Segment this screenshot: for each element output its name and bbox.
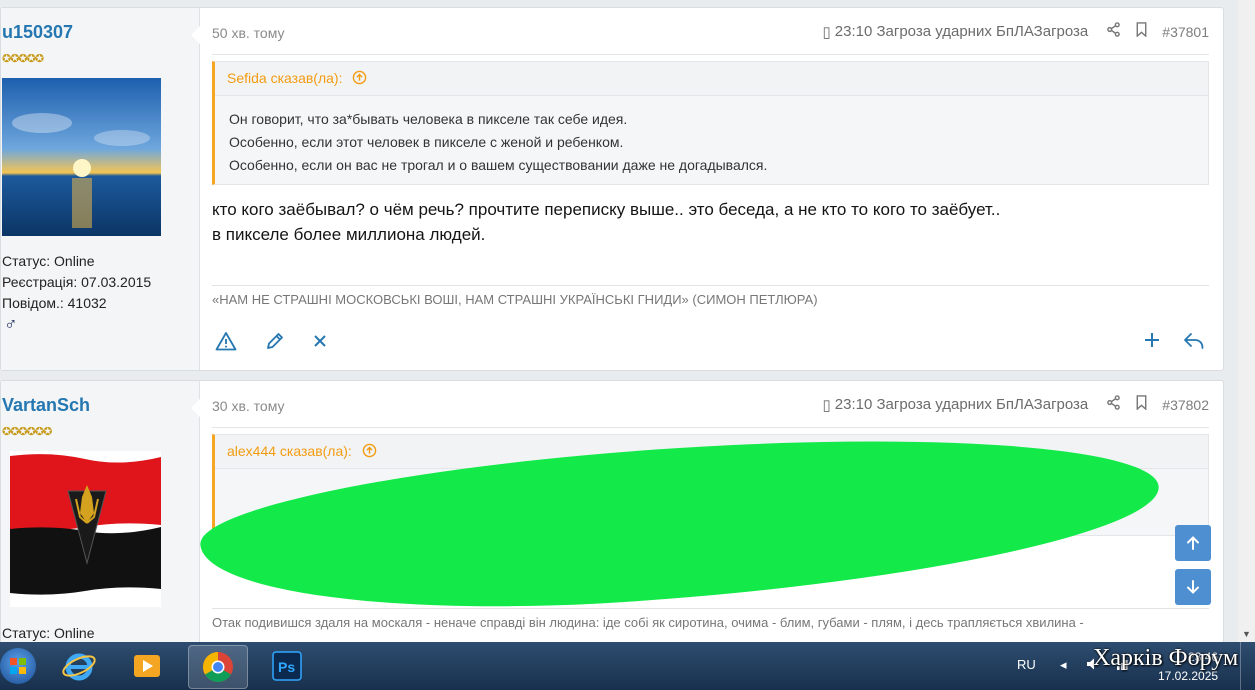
user-status: Статус: Online (2, 253, 95, 269)
quote-author-name: alex444 сказав(ла): (227, 443, 352, 459)
user-registration: Реєстрація: 07.03.2015 (2, 274, 152, 290)
bookmark-icon[interactable] (1135, 22, 1148, 41)
quote-line: Он говорит, что за*бывать человека в пик… (229, 111, 628, 127)
thread-icon: ▯ (822, 396, 831, 414)
photoshop-icon[interactable]: Ps (258, 645, 316, 687)
user-panel: VartanSch ✪✪✪✪✪✪ Статус: Online (1, 381, 200, 642)
user-status: Статус: Online (2, 625, 95, 641)
forum-post: u150307 ✪✪✪✪✪ Статус: Online Реєстрація:… (0, 7, 1224, 371)
user-avatar[interactable] (10, 451, 161, 607)
post-number[interactable]: #37802 (1162, 397, 1209, 413)
media-player-icon[interactable] (118, 645, 176, 687)
message-line: кто кого заёбывал? о чём речь? прочтите … (212, 200, 1001, 219)
user-rank-stars: ✪✪✪✪✪✪ (2, 426, 52, 438)
bookmark-icon[interactable] (1135, 395, 1148, 414)
user-message-count: Повідом.: 41032 (2, 295, 107, 311)
language-indicator[interactable]: RU (1017, 657, 1036, 672)
svg-text:Ps: Ps (278, 659, 295, 675)
show-desktop-button[interactable] (1240, 642, 1255, 690)
user-rank-stars: ✪✪✪✪✪ (2, 53, 44, 65)
tray-expand-icon[interactable]: ◂ (1060, 657, 1067, 673)
header-divider (212, 54, 1209, 55)
user-signature: Отак подивишся здаля на москаля - неначе… (212, 615, 1084, 630)
share-icon[interactable] (1106, 395, 1121, 414)
message-line: в пикселе более миллиона людей. (212, 225, 486, 244)
chrome-icon[interactable] (188, 645, 248, 689)
post-meta: ▯ 23:10 Загроза ударних БпЛАЗагроза #378… (822, 22, 1209, 41)
quote-text: Он говорит, что за*бывать человека в пик… (215, 96, 1208, 181)
post-arrow (191, 26, 200, 44)
quote-author[interactable]: Sefida сказав(ла): (215, 62, 1208, 96)
gender-male-icon: ♂ (4, 314, 18, 334)
post-actions (215, 331, 1205, 357)
scroll-up-button[interactable] (1175, 525, 1211, 561)
quote-block: Sefida сказав(ла): Он говорит, что за*бы… (212, 61, 1209, 185)
thread-icon: ▯ (822, 23, 831, 41)
user-signature: «НАМ НЕ СТРАШНІ МОСКОВСЬКІ ВОШІ, НАМ СТР… (212, 292, 818, 307)
post-number[interactable]: #37801 (1162, 24, 1209, 40)
delete-x-icon[interactable] (312, 332, 328, 355)
thread-title[interactable]: 23:10 Загроза ударних БпЛАЗагроза (835, 23, 1089, 40)
quote-jump-icon[interactable] (352, 70, 367, 86)
quote-line: Особенно, если он вас не трогал и о ваше… (229, 157, 768, 173)
scroll-down-arrow-icon[interactable]: ▼ (1242, 629, 1251, 639)
signature-divider (212, 608, 1209, 609)
start-button[interactable] (0, 648, 36, 684)
quote-author-name: Sefida сказав(ла): (227, 70, 343, 86)
quote-line: Особенно, если этот человек в пикселе с … (229, 134, 624, 150)
reply-icon[interactable] (1183, 331, 1205, 357)
edit-pencil-icon[interactable] (265, 331, 285, 357)
message-body: кто кого заёбывал? о чём речь? прочтите … (212, 197, 1000, 247)
user-panel: u150307 ✪✪✪✪✪ Статус: Online Реєстрація:… (1, 8, 200, 370)
report-warning-icon[interactable] (215, 331, 237, 357)
quote-jump-icon[interactable] (362, 443, 377, 459)
forum-page: u150307 ✪✪✪✪✪ Статус: Online Реєстрація:… (0, 0, 1238, 642)
thread-title[interactable]: 23:10 Загроза ударних БпЛАЗагроза (835, 396, 1089, 413)
post-time[interactable]: 30 хв. тому (212, 398, 285, 414)
share-icon[interactable] (1106, 22, 1121, 41)
user-avatar[interactable] (2, 78, 161, 236)
multiquote-plus-icon[interactable] (1143, 331, 1161, 355)
username-link[interactable]: u150307 (2, 22, 73, 43)
page-scrollbar[interactable]: ▼ (1238, 0, 1255, 642)
windows-taskbar: Ps RU ◂ 23:46 17.02.2025 (0, 642, 1255, 690)
post-arrow (191, 399, 200, 417)
username-link[interactable]: VartanSch (2, 395, 90, 416)
scroll-down-button[interactable] (1175, 569, 1211, 605)
signature-divider (212, 285, 1209, 286)
internet-explorer-icon[interactable] (50, 645, 108, 687)
post-meta: ▯ 23:10 Загроза ударних БпЛАЗагроза #378… (822, 395, 1209, 414)
header-divider (212, 427, 1209, 428)
post-time[interactable]: 50 хв. тому (212, 25, 285, 41)
forum-watermark: Харків Форум (1093, 645, 1239, 671)
